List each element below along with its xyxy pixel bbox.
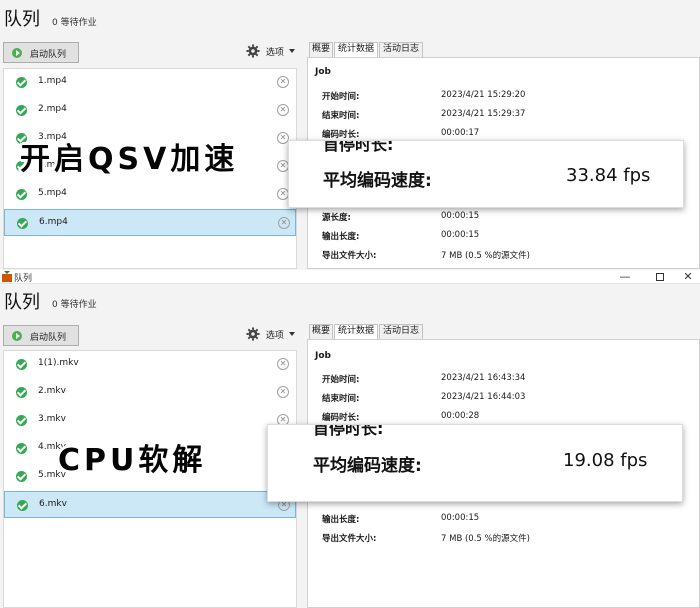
maximize-button[interactable] [640,270,680,284]
queue-window-cpu: 队列 — ✕ 队列 0 等待作业 启动队列 选项 1(1).mkv ✕ 2.mkv… [0,270,700,608]
close-circle-icon[interactable]: ✕ [277,104,289,116]
stat-label: 源长度: [322,213,351,223]
close-circle-icon[interactable]: ✕ [277,386,289,398]
stat-value: 2023/4/21 16:43:34 [441,373,526,383]
item-name: 2.mkv [38,386,66,396]
options-label: 选项 [265,47,284,58]
gear-icon [246,327,260,341]
list-item[interactable]: 2.mkv ✕ [4,379,296,406]
stat-value: 00:00:15 [441,211,480,221]
app-icon [2,271,12,282]
tab-activity-log[interactable]: 活动日志 [379,42,423,57]
stat-value: 2023/4/21 15:29:37 [441,109,526,119]
options-menu[interactable]: 选项 [246,44,295,58]
pending-jobs: 0 等待作业 [52,18,97,28]
stat-value: 2023/4/21 15:29:20 [441,90,526,100]
list-item[interactable]: 1(1).mkv ✕ [4,351,296,378]
check-circle-icon [16,189,27,200]
pending-jobs: 0 等待作业 [52,300,97,310]
tab-summary[interactable]: 概要 [309,324,333,339]
stat-label: 结束时间: [322,394,360,404]
start-queue-label: 启动队列 [30,50,67,60]
play-icon [12,331,22,341]
page-title: 队列 [4,292,40,313]
list-item-selected[interactable]: 6.mp4 ✕ [4,209,296,236]
close-button[interactable]: ✕ [676,270,700,284]
job-heading: Job [315,67,331,77]
item-name: 1(1).mkv [38,358,79,368]
window-titlebar: 队列 — ✕ [0,270,700,284]
list-item-selected[interactable]: 6.mkv ✕ [4,491,296,518]
chevron-down-icon [288,332,295,336]
stat-value: 00:00:17 [441,128,480,138]
window-title: 队列 [14,274,33,284]
job-heading: Job [315,351,331,361]
item-name: 3.mkv [38,414,66,424]
queue-window-qsv: 队列 0 等待作业 启动队列 选项 1.mp4 ✕ 2.mp4 ✕ 3.mp4 ✕ 4… [0,0,700,269]
check-circle-icon [17,218,28,229]
minimize-button[interactable]: — [605,270,645,284]
tab-statistics[interactable]: 统计数据 [334,42,378,58]
stat-value: 7 MB (0.5 %的源文件) [441,251,530,261]
speed-callout: 首停时长: 平均编码速度: 33.84 fps [288,140,684,208]
overlay-caption: CPU软解 [58,443,207,478]
avg-speed-label: 平均编码速度: [323,171,432,191]
stat-value: 00:00:15 [441,230,480,240]
stat-label: 导出文件大小: [322,251,377,261]
item-name: 2.mp4 [38,104,67,114]
start-queue-button[interactable]: 启动队列 [3,325,79,346]
start-queue-button[interactable]: 启动队列 [3,42,79,63]
stat-value: 00:00:15 [441,513,480,523]
item-name: 6.mp4 [39,217,68,227]
item-name: 5.mp4 [38,188,67,198]
stat-value: 00:00:28 [441,411,480,421]
gear-icon [246,44,260,58]
tab-statistics[interactable]: 统计数据 [334,324,378,340]
item-name: 6.mkv [39,499,67,509]
stat-value: 2023/4/21 16:44:03 [441,392,526,402]
stat-label: 开始时间: [322,92,360,102]
overlay-caption: 开启QSV加速 [20,142,239,177]
stat-value: 7 MB (0.5 %的源文件) [441,534,530,544]
list-item[interactable]: 5.mp4 ✕ [4,181,296,208]
speed-callout: 首停时长: 平均编码速度: 19.08 fps [267,424,683,502]
close-circle-icon[interactable]: ✕ [277,358,289,370]
play-icon [12,48,22,58]
start-queue-label: 启动队列 [30,333,67,343]
stat-label: 开始时间: [322,375,360,385]
stat-label: 输出长度: [322,515,360,525]
close-circle-icon[interactable]: ✕ [277,76,289,88]
list-item[interactable]: 3.mkv ✕ [4,407,296,434]
page-title: 队列 [4,9,40,30]
item-name: 1.mp4 [38,76,67,86]
check-circle-icon [16,359,27,370]
chevron-down-icon [288,49,295,53]
check-circle-icon [16,471,27,482]
callout-cut-text: 首停时长: [323,140,394,154]
job-list[interactable]: 1(1).mkv✕ 2.mkv✕ 3.mkv✕ 4.mkv✕ 5.mkv✕ 6.… [3,350,297,608]
list-item[interactable]: 1.mp4 ✕ [4,69,296,96]
stat-label: 输出长度: [322,232,360,242]
stat-label: 编码时长: [322,130,360,140]
options-menu[interactable]: 选项 [246,327,295,341]
stat-label: 结束时间: [322,111,360,121]
close-circle-icon[interactable]: ✕ [278,217,290,229]
avg-speed-value: 33.84 fps [566,165,651,186]
list-item[interactable]: 2.mp4 ✕ [4,97,296,124]
check-circle-icon [16,387,27,398]
tab-activity-log[interactable]: 活动日志 [379,324,423,339]
check-circle-icon [16,105,27,116]
check-circle-icon [16,415,27,426]
check-circle-icon [16,77,27,88]
stat-label: 编码时长: [322,413,360,423]
tab-summary[interactable]: 概要 [309,42,333,57]
check-circle-icon [16,443,27,454]
avg-speed-value: 19.08 fps [563,450,648,471]
check-circle-icon [17,500,28,511]
callout-cut-text: 首停时长: [313,424,384,438]
avg-speed-label: 平均编码速度: [313,456,422,476]
options-label: 选项 [265,330,284,341]
stat-label: 导出文件大小: [322,534,377,544]
